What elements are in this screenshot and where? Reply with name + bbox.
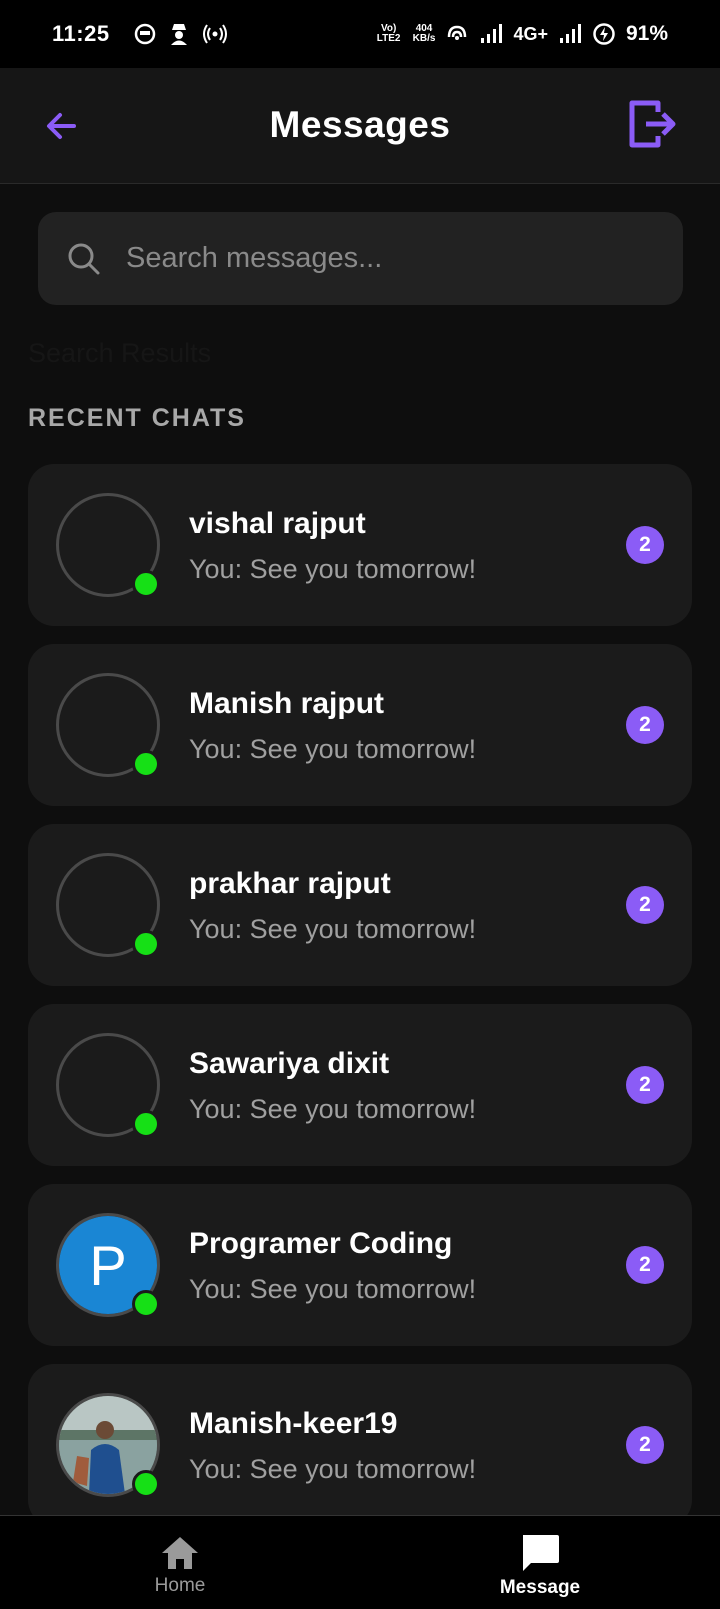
- battery-charging-icon: [593, 23, 615, 45]
- network-speed: 404 KB/s: [413, 24, 436, 44]
- search-icon: [68, 243, 100, 274]
- chat-preview: You: See you tomorrow!: [189, 734, 477, 764]
- nav-message[interactable]: Message: [360, 1516, 720, 1609]
- unread-badge: 2: [626, 526, 664, 564]
- chat-preview: You: See you tomorrow!: [189, 554, 477, 584]
- online-indicator: [132, 930, 160, 958]
- status-bar: 11:25 Vo) LTE2 404 KB/s 4G+ 91%: [0, 0, 720, 68]
- signal-icon-2: [559, 24, 581, 43]
- app-header: Messages: [0, 68, 720, 184]
- nav-message-label: Message: [499, 1576, 581, 1598]
- unread-badge: 2: [626, 1066, 664, 1104]
- signal-icon: [481, 24, 503, 43]
- nav-home-label: Home: [154, 1574, 206, 1596]
- chat-preview: You: See you tomorrow!: [189, 1454, 477, 1484]
- chat-item[interactable]: Manish-keer19 You: See you tomorrow! 2: [28, 1364, 692, 1526]
- logout-button[interactable]: [628, 98, 678, 150]
- online-indicator: [132, 570, 160, 598]
- chat-name: prakhar rajput: [189, 867, 391, 900]
- status-right: Vo) LTE2 404 KB/s 4G+ 91%: [375, 22, 668, 46]
- speed-unit: KB/s: [412, 33, 436, 44]
- message-icon: [523, 1534, 559, 1571]
- chat-item[interactable]: prakhar rajput You: See you tomorrow! 2: [28, 824, 692, 986]
- chat-name: Sawariya dixit: [189, 1047, 390, 1080]
- chat-name: Programer Coding: [189, 1227, 453, 1260]
- chat-preview: You: See you tomorrow!: [189, 914, 477, 944]
- hotspot-icon: [202, 24, 227, 44]
- unread-badge: 2: [626, 1246, 664, 1284]
- chat-name: Manish rajput: [189, 687, 385, 720]
- recent-chats-title: RECENT CHATS: [28, 404, 246, 432]
- search-results-label: Search Results: [28, 338, 212, 368]
- status-time: 11:25: [52, 21, 110, 46]
- online-indicator: [132, 750, 160, 778]
- volte-indicator: Vo) LTE2: [376, 23, 401, 44]
- home-icon: [162, 1536, 198, 1569]
- unread-badge: 2: [626, 706, 664, 744]
- network-type: 4G+: [513, 23, 548, 44]
- spy-icon: [170, 24, 187, 45]
- chat-list: vishal rajput You: See you tomorrow! 2 M…: [28, 464, 692, 1544]
- unread-badge: 2: [626, 1426, 664, 1464]
- online-indicator: [132, 1470, 160, 1498]
- status-left-icons: [134, 22, 228, 46]
- battery-level: 91%: [625, 22, 668, 45]
- unread-badge: 2: [626, 886, 664, 924]
- page-title: Messages: [269, 104, 451, 145]
- chat-preview: You: See you tomorrow!: [189, 1274, 477, 1304]
- chat-item[interactable]: Sawariya dixit You: See you tomorrow! 2: [28, 1004, 692, 1166]
- chat-item[interactable]: vishal rajput You: See you tomorrow! 2: [28, 464, 692, 626]
- online-indicator: [132, 1290, 160, 1318]
- wifi-calling-icon: [448, 25, 467, 40]
- search-box[interactable]: [38, 212, 683, 305]
- chat-item[interactable]: P Programer Coding You: See you tomorrow…: [28, 1184, 692, 1346]
- chat-preview: You: See you tomorrow!: [189, 1094, 477, 1124]
- nav-home[interactable]: Home: [0, 1516, 360, 1609]
- online-indicator: [132, 1110, 160, 1138]
- chat-item[interactable]: Manish rajput You: See you tomorrow! 2: [28, 644, 692, 806]
- bottom-nav: Home Message: [0, 1515, 720, 1609]
- chat-name: vishal rajput: [189, 507, 366, 540]
- search-input[interactable]: [124, 241, 648, 276]
- chat-name: Manish-keer19: [189, 1407, 398, 1440]
- logout-icon: [629, 100, 676, 148]
- chat-bubble-icon: [134, 23, 155, 45]
